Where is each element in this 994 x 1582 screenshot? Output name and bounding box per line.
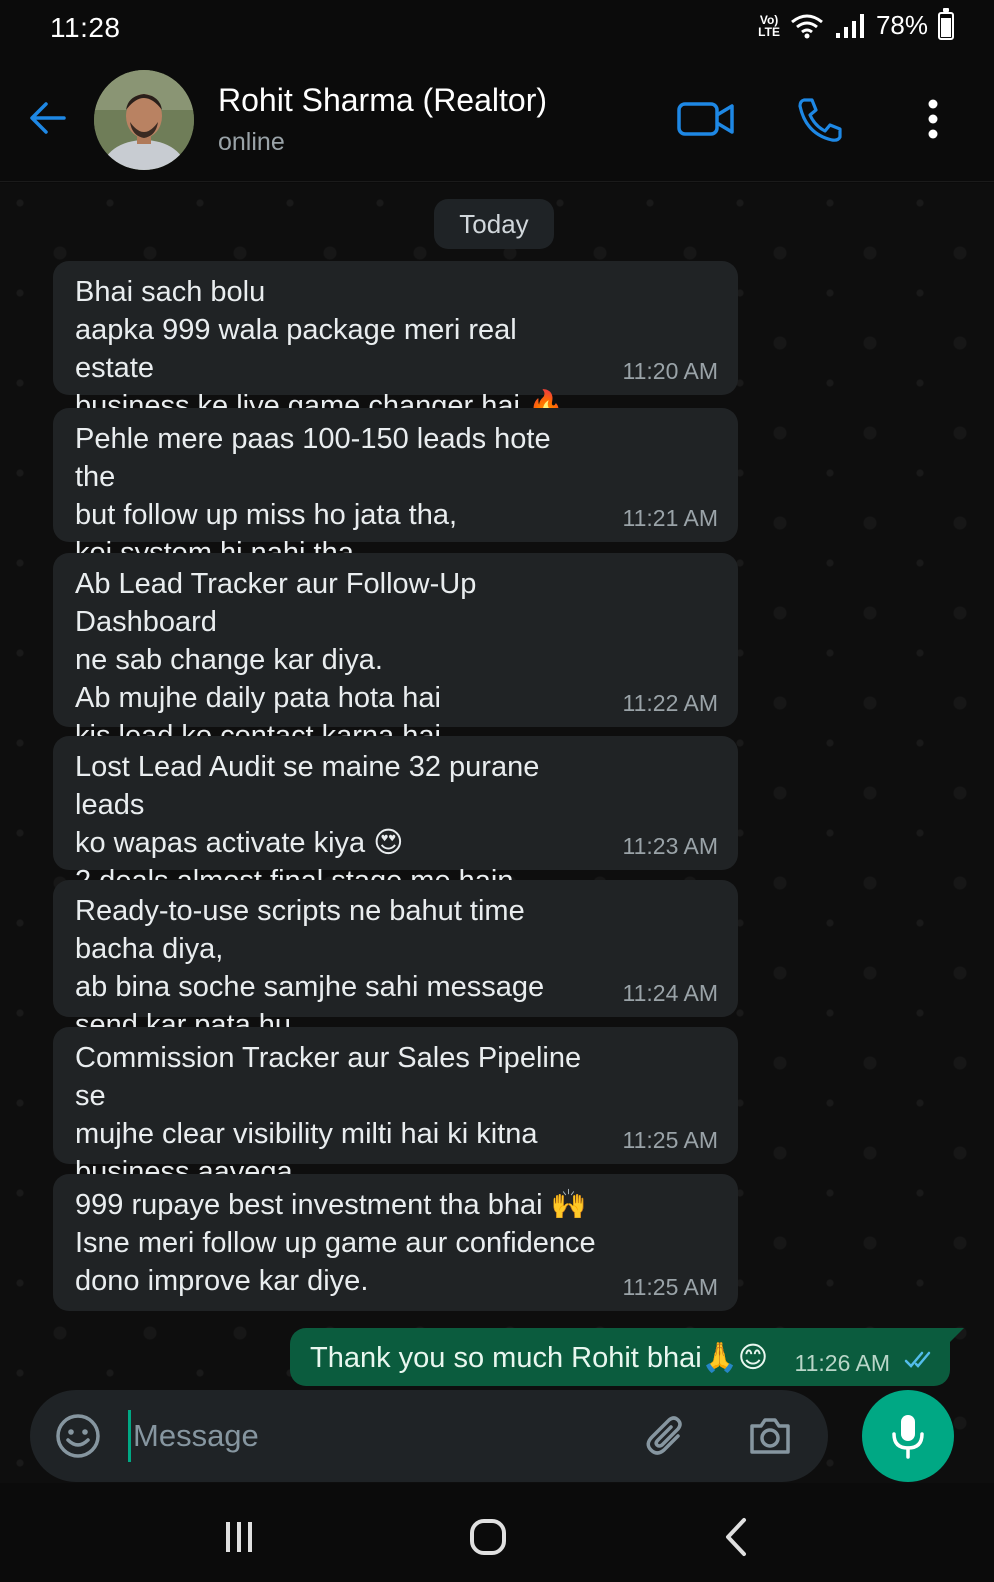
message-text: Ready-to-use scripts ne bahut time bacha…	[75, 895, 545, 1041]
message-text: Thank you so much Rohit bhai🙏😊	[310, 1342, 769, 1374]
status-bar: 11:28 Vo) LTE 78%	[0, 0, 994, 56]
attach-icon[interactable]	[642, 1412, 690, 1460]
message-time: 11:23 AM	[622, 833, 718, 859]
message-composer	[30, 1390, 828, 1482]
message-time: 11:25 AM	[622, 1127, 718, 1153]
outgoing-message[interactable]: Thank you so much Rohit bhai🙏😊 11:26 AM	[290, 1328, 964, 1386]
incoming-message[interactable]: Pehle mere paas 100-150 leads hote the b…	[53, 408, 738, 569]
emoji-icon[interactable]	[54, 1412, 102, 1460]
read-receipt-icon	[904, 1351, 931, 1368]
more-vert-icon[interactable]	[910, 94, 956, 144]
back-arrow-icon[interactable]	[28, 98, 68, 138]
recents-icon[interactable]	[214, 1512, 264, 1562]
camera-icon[interactable]	[746, 1412, 794, 1460]
message-time: 11:20 AM	[622, 358, 718, 384]
chat-header: Rohit Sharma (Realtor) online	[0, 56, 994, 182]
incoming-message[interactable]: 999 rupaye best investment tha bhai 🙌 Is…	[53, 1174, 738, 1311]
battery-icon	[938, 7, 954, 40]
message-text: Bhai sach bolu aapka 999 wala package me…	[75, 276, 565, 422]
contact-name[interactable]: Rohit Sharma (Realtor)	[218, 82, 547, 119]
message-text: 999 rupaye best investment tha bhai 🙌 Is…	[75, 1189, 596, 1297]
message-time: 11:25 AM	[622, 1274, 718, 1300]
message-text: Lost Lead Audit se maine 32 purane leads…	[75, 751, 540, 897]
incoming-message[interactable]: Commission Tracker aur Sales Pipeline se…	[53, 1027, 738, 1188]
message-text: Commission Tracker aur Sales Pipeline se…	[75, 1042, 582, 1188]
status-indicators: Vo) LTE 78%	[758, 7, 954, 41]
contact-status: online	[218, 128, 285, 156]
date-chip: Today	[434, 199, 554, 249]
message-text: Pehle mere paas 100-150 leads hote the b…	[75, 423, 551, 569]
avatar[interactable]	[94, 70, 194, 170]
mic-button[interactable]	[862, 1390, 954, 1482]
incoming-message[interactable]: Bhai sach bolu aapka 999 wala package me…	[53, 261, 738, 422]
incoming-message[interactable]: Ab Lead Tracker aur Follow-Up Dashboard …	[53, 553, 738, 752]
battery-percent: 78%	[875, 10, 928, 40]
system-nav-bar	[0, 1492, 994, 1582]
message-time: 11:24 AM	[622, 980, 718, 1006]
home-icon[interactable]	[463, 1512, 513, 1562]
signal-icon	[835, 13, 864, 38]
back-icon[interactable]	[712, 1512, 762, 1562]
message-input[interactable]	[128, 1410, 608, 1462]
message-time: 11:26 AM	[794, 1350, 890, 1376]
wifi-icon	[791, 14, 823, 38]
mic-icon	[892, 1415, 924, 1459]
video-call-icon[interactable]	[676, 94, 736, 144]
phone-icon[interactable]	[792, 94, 852, 144]
chat-area[interactable]: Today Bhai sach bolu aapka 999 wala pack…	[0, 183, 994, 1483]
message-time: 11:21 AM	[622, 505, 718, 531]
incoming-message[interactable]: Ready-to-use scripts ne bahut time bacha…	[53, 880, 738, 1041]
volte-indicator: Vo) LTE	[758, 12, 780, 39]
message-time: 11:22 AM	[622, 690, 718, 716]
status-time: 11:28	[50, 12, 121, 43]
incoming-message[interactable]: Lost Lead Audit se maine 32 purane leads…	[53, 736, 738, 897]
message-text: Ab Lead Tracker aur Follow-Up Dashboard …	[75, 568, 477, 752]
